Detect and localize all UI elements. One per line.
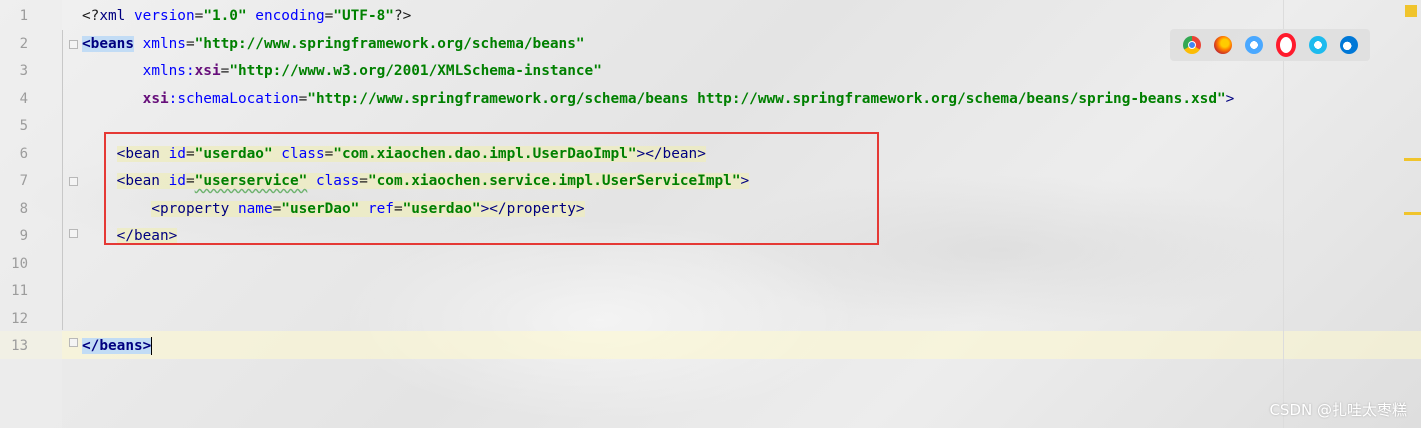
line-number: 2 <box>19 35 28 52</box>
ie-icon[interactable] <box>1308 36 1327 54</box>
pi-target: xml <box>99 8 126 24</box>
attr-name: version <box>125 8 195 24</box>
attr-value: "1.0" <box>203 8 247 24</box>
attr-name: :schemaLocation <box>168 90 299 107</box>
inspection-status-icon[interactable] <box>1405 5 1417 17</box>
code-editor[interactable]: 1 2 3 4 5 6 7 8 9 10 11 12 13 <?xml vers… <box>0 0 1421 428</box>
attr-value: "UTF-8" <box>333 8 394 24</box>
code-line-1[interactable]: <?xml version="1.0" encoding="UTF-8"?> <box>82 3 411 31</box>
line-number: 7 <box>19 173 28 189</box>
line-number-gutter: 1 2 3 4 5 6 7 8 9 10 11 12 13 <box>0 0 62 428</box>
code-line-13[interactable]: </beans> <box>82 333 153 361</box>
fold-end-icon[interactable] <box>69 229 78 238</box>
line-number: 13 <box>11 338 28 354</box>
equals: = <box>220 63 230 79</box>
scrollbar-marker[interactable] <box>1404 158 1421 161</box>
right-margin-guide <box>1283 0 1284 428</box>
pi-close: ?> <box>393 8 412 24</box>
fold-end-icon[interactable] <box>69 338 78 347</box>
line-number: 6 <box>19 145 28 162</box>
line-number: 3 <box>19 63 28 79</box>
pi-open: <? <box>82 8 100 24</box>
text-cursor <box>151 337 153 355</box>
equals: = <box>194 8 204 24</box>
namespace-prefix: xsi <box>142 90 169 107</box>
line-number: 4 <box>19 90 28 107</box>
attr-name: xmlns <box>133 35 186 52</box>
equals: = <box>298 90 308 107</box>
firefox-icon[interactable] <box>1213 36 1232 54</box>
browser-preview-bar <box>1170 29 1370 61</box>
fold-guide-line <box>62 30 63 330</box>
current-line-highlight <box>0 331 1421 359</box>
beans-close-tag: </beans> <box>82 338 152 354</box>
attr-name: encoding <box>246 8 325 24</box>
namespace-prefix: xsi <box>194 63 221 79</box>
line-number: 12 <box>11 310 28 327</box>
opera-icon[interactable] <box>1275 33 1296 57</box>
equals: = <box>185 35 195 52</box>
chrome-icon[interactable] <box>1182 36 1201 54</box>
line-number: 1 <box>19 8 28 24</box>
annotation-highlight-box <box>104 132 879 245</box>
scrollbar-marker[interactable] <box>1404 212 1421 215</box>
attr-value: "http://www.springframework.org/schema/b… <box>307 90 1226 107</box>
line-number: 5 <box>19 118 28 134</box>
edge-icon[interactable] <box>1339 36 1358 54</box>
code-line-3[interactable]: xmlns:xsi="http://www.w3.org/2001/XMLSch… <box>82 58 602 86</box>
attr-value: "http://www.w3.org/2001/XMLSchema-instan… <box>229 63 602 79</box>
code-line-4[interactable]: xsi:schemaLocation="http://www.springfra… <box>82 86 1235 114</box>
fold-toggle-icon[interactable] <box>69 177 78 186</box>
line-number: 9 <box>19 228 28 244</box>
line-number: 11 <box>11 283 28 299</box>
beans-open-tag: <beans <box>82 35 134 52</box>
fold-toggle-icon[interactable] <box>69 40 78 49</box>
code-line-2[interactable]: <beans xmlns="http://www.springframework… <box>82 31 585 59</box>
tag-close: > <box>1225 90 1235 107</box>
attr-name: xmlns: <box>142 63 195 79</box>
equals: = <box>324 8 334 24</box>
attr-value: "http://www.springframework.org/schema/b… <box>194 35 585 52</box>
line-number: 8 <box>19 200 28 217</box>
watermark: CSDN @扎哇太枣糕 <box>1269 401 1407 419</box>
line-number: 10 <box>11 255 28 272</box>
safari-icon[interactable] <box>1244 36 1263 54</box>
